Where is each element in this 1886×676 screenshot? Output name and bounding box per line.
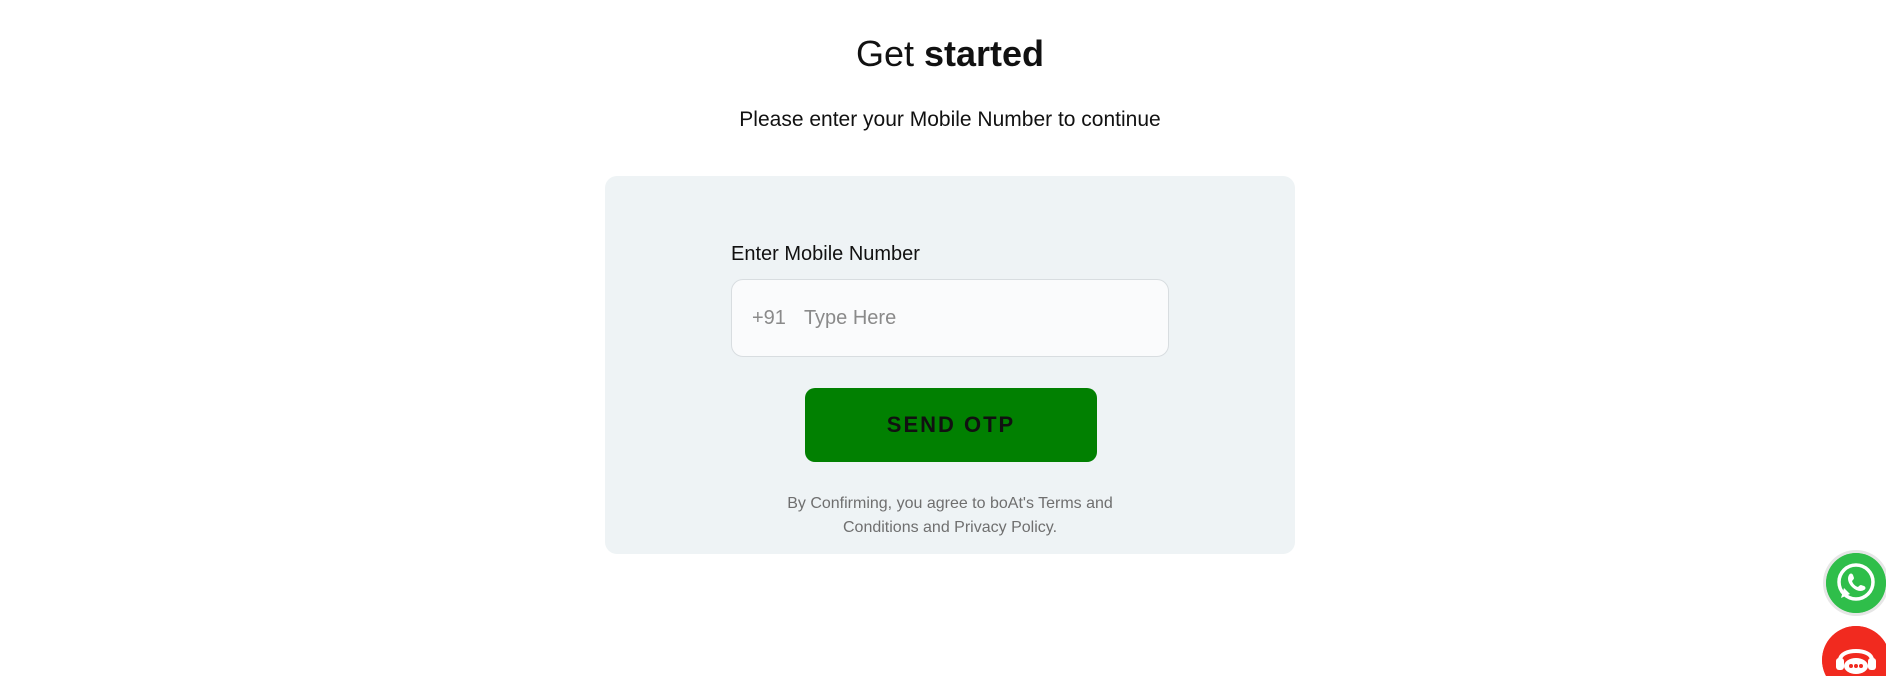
page-subtitle: Please enter your Mobile Number to conti… (739, 108, 1161, 131)
whatsapp-icon (1826, 553, 1886, 613)
whatsapp-button[interactable] (1826, 553, 1886, 613)
mobile-number-field[interactable]: +91 (731, 279, 1169, 357)
page-title: Get started (0, 30, 1886, 78)
title-regular: Get (855, 33, 914, 74)
login-page: Get started Please enter your Mobile Num… (0, 0, 1886, 676)
chat-support-button[interactable] (1822, 626, 1886, 676)
login-card: Enter Mobile Number +91 SEND OTP By Conf… (605, 176, 1295, 554)
title-bold: started (924, 33, 1045, 74)
mobile-number-label: Enter Mobile Number (731, 243, 920, 265)
send-otp-button[interactable]: SEND OTP (805, 388, 1097, 462)
country-code: +91 (752, 306, 786, 329)
chat-support-icon (1822, 626, 1886, 676)
mobile-number-input[interactable] (801, 305, 1136, 331)
terms-text: By Confirming, you agree to boAt's Terms… (787, 495, 1113, 536)
